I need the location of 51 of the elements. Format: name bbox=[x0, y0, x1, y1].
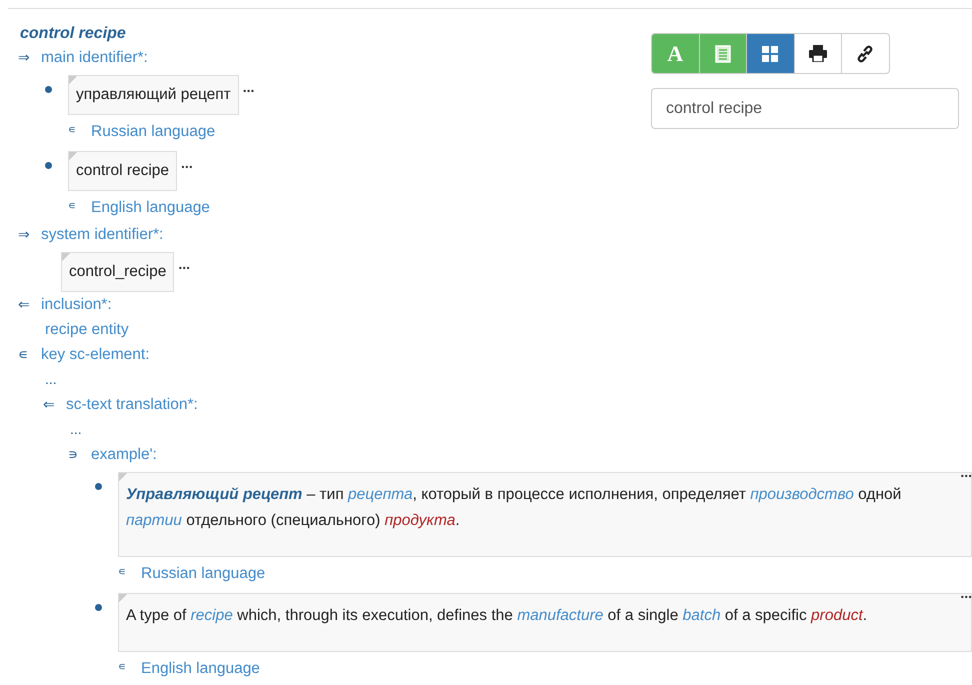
language-link[interactable]: Russian language bbox=[91, 119, 216, 144]
membership-marker: ∊ bbox=[118, 565, 127, 580]
language-link[interactable]: English language bbox=[141, 656, 260, 681]
relation-link[interactable]: inclusion*: bbox=[41, 292, 112, 317]
more-button[interactable]: ... bbox=[960, 588, 972, 598]
term-link[interactable]: manufacture bbox=[517, 607, 604, 624]
identifier-box: управляющий рецепт bbox=[68, 75, 239, 115]
relation-arrow: ⇒ bbox=[18, 48, 31, 67]
language-link[interactable]: Russian language bbox=[141, 561, 266, 586]
relation-link[interactable]: system identifier*: bbox=[41, 222, 164, 247]
identifier-box: control recipe bbox=[68, 151, 178, 191]
table-icon bbox=[714, 44, 731, 62]
membership-marker: ∊ bbox=[68, 199, 77, 214]
relation-arrow: ∊ bbox=[18, 345, 29, 364]
term-link[interactable]: партии bbox=[126, 512, 182, 529]
term-link[interactable]: производство bbox=[750, 486, 854, 503]
more-button[interactable]: ... bbox=[178, 259, 190, 269]
concept-title: control recipe bbox=[20, 24, 127, 44]
text-mode-button[interactable]: A bbox=[651, 33, 700, 74]
relation-link[interactable]: key sc-element: bbox=[41, 342, 150, 367]
print-button[interactable] bbox=[794, 33, 842, 74]
ellipsis-link[interactable]: ... bbox=[45, 371, 57, 387]
definition-text: Управляющий рецепт – тип рецепта, который в процессе исполнения, определяет производство одной партии отдельного (специального) продукта. bbox=[126, 486, 902, 529]
membership-marker: ∊ bbox=[68, 123, 77, 138]
grid-button[interactable] bbox=[746, 33, 794, 74]
term-link[interactable]: product bbox=[811, 607, 863, 624]
relation-link[interactable]: main identifier*: bbox=[41, 45, 148, 70]
link-button[interactable] bbox=[841, 33, 890, 74]
search-field[interactable]: control recipe bbox=[651, 88, 959, 129]
more-button[interactable]: ... bbox=[242, 82, 254, 92]
membership-marker: ∊ bbox=[118, 660, 127, 675]
relation-link[interactable]: example': bbox=[91, 442, 157, 467]
relation-arrow: ⇐ bbox=[18, 295, 31, 314]
identifier-box: control_recipe bbox=[61, 252, 174, 292]
term-link[interactable]: продукта bbox=[384, 512, 456, 529]
relation-arrow: ∍ bbox=[68, 445, 79, 464]
relation-arrow: ⇒ bbox=[18, 225, 31, 244]
grid-icon bbox=[762, 46, 778, 62]
link-icon bbox=[857, 44, 874, 62]
more-button[interactable]: ... bbox=[181, 158, 193, 168]
language-link[interactable]: English language bbox=[91, 195, 210, 220]
concept-link[interactable]: recipe entity bbox=[45, 321, 129, 338]
relation-link[interactable]: sc-text translation*: bbox=[66, 392, 198, 417]
print-icon bbox=[808, 45, 827, 62]
term-link[interactable]: recipe bbox=[190, 607, 233, 624]
relation-arrow: ⇐ bbox=[43, 395, 56, 414]
term-link[interactable]: рецепта bbox=[348, 486, 413, 503]
ellipsis-link[interactable]: ... bbox=[70, 421, 82, 437]
term-link[interactable]: batch bbox=[682, 607, 721, 624]
definition-text: A type of recipe which, through its execution, defines the manufacture of a single batch of a specific product. bbox=[126, 607, 868, 624]
more-button[interactable]: ... bbox=[960, 467, 972, 477]
